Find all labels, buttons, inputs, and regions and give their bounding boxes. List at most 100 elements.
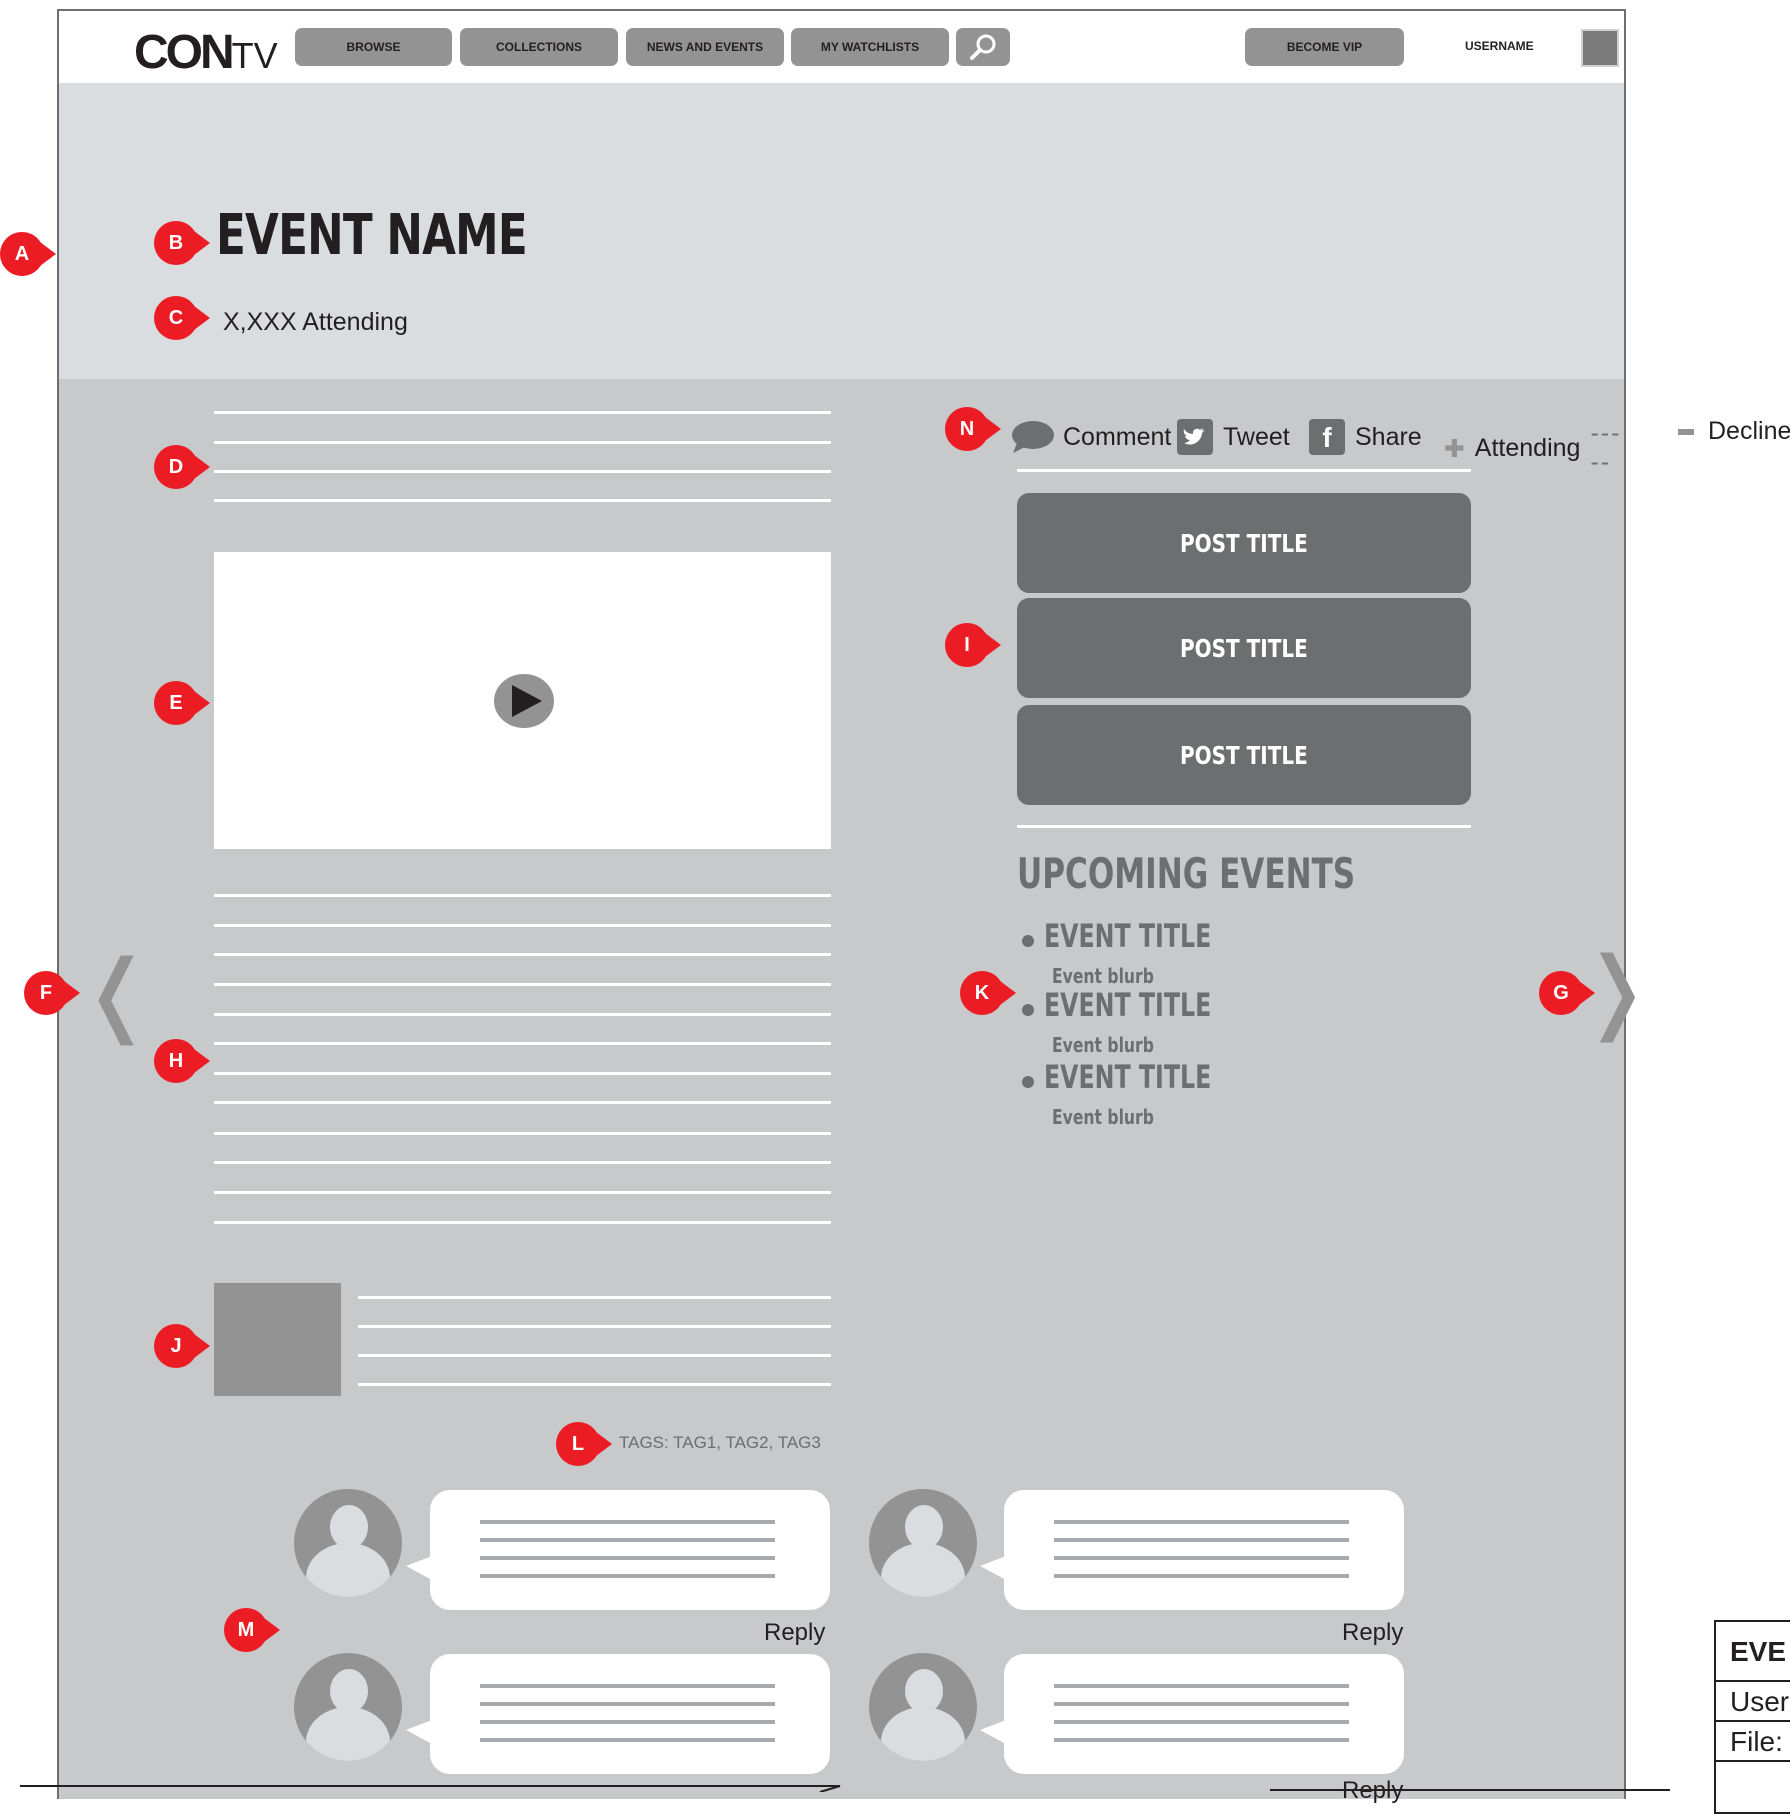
body-text-line	[214, 1042, 831, 1045]
annotation-marker-n: N	[945, 407, 1001, 451]
post-title-button[interactable]: POST TITLE	[1017, 598, 1471, 698]
user-avatar[interactable]	[1581, 29, 1619, 67]
comment-bubble	[980, 1654, 1404, 1774]
commenter-avatar[interactable]	[869, 1489, 977, 1597]
event-bullet	[1022, 1004, 1034, 1016]
wireframe-legend: EVE User File:	[1714, 1620, 1790, 1814]
post-title-button[interactable]: POST TITLE	[1017, 493, 1471, 593]
comment-bubble	[406, 1490, 830, 1610]
body-text-line	[214, 1132, 831, 1135]
body-text-line	[214, 1161, 831, 1164]
nav-browse-button[interactable]: BROWSE	[295, 28, 452, 66]
page-cut-line	[20, 1785, 841, 1792]
speech-bubble-icon	[1012, 421, 1054, 453]
upcoming-event-title[interactable]: EVENT TITLE	[1044, 1058, 1211, 1096]
annotation-marker-j: J	[154, 1324, 210, 1368]
contv-logo[interactable]: CONTV	[134, 29, 278, 77]
upcoming-event-title[interactable]: EVENT TITLE	[1044, 986, 1211, 1024]
annotation-marker-i: I	[945, 623, 1001, 667]
body-text-line	[214, 983, 831, 986]
logo-con: CON	[134, 26, 235, 79]
body-text-line	[214, 1013, 831, 1016]
attending-action[interactable]: Attending -----	[1444, 419, 1624, 477]
share-label: Share	[1355, 422, 1422, 451]
upcoming-event-blurb: Event blurb	[1052, 1105, 1154, 1129]
upcoming-events-heading: UPCOMING EVENTS	[1017, 849, 1356, 898]
legend-file: File:	[1716, 1722, 1790, 1762]
annotation-marker-k: K	[960, 971, 1016, 1015]
related-thumbnail[interactable]	[214, 1283, 341, 1396]
upcoming-event-blurb: Event blurb	[1052, 964, 1154, 988]
annotation-marker-b: B	[154, 221, 210, 265]
commenter-avatar[interactable]	[869, 1653, 977, 1761]
facebook-icon: f	[1309, 419, 1345, 455]
share-action[interactable]: f Share	[1309, 419, 1422, 455]
description-line	[214, 470, 831, 473]
annotation-marker-l: L	[556, 1422, 612, 1466]
top-navigation-bar: CONTV BROWSE COLLECTIONS NEWS AND EVENTS…	[59, 11, 1624, 83]
reply-link[interactable]: Reply	[764, 1619, 825, 1647]
event-tags[interactable]: TAGS: TAG1, TAG2, TAG3	[619, 1433, 821, 1453]
event-hero: B EVENT NAME C X,XXX Attending	[59, 83, 1624, 379]
body-text-line	[214, 924, 831, 927]
play-icon[interactable]	[494, 674, 554, 728]
sidebar-divider	[1017, 469, 1471, 472]
related-text-line	[358, 1383, 831, 1386]
decline-action[interactable]: Decline	[1678, 417, 1790, 446]
related-text-line	[358, 1325, 831, 1328]
tweet-action[interactable]: Tweet	[1177, 419, 1290, 455]
annotation-marker-m: M	[224, 1608, 280, 1652]
twitter-icon	[1177, 419, 1213, 455]
legend-title: EVE	[1716, 1622, 1790, 1682]
attending-count: X,XXX Attending	[223, 308, 408, 336]
commenter-avatar[interactable]	[294, 1653, 402, 1761]
related-text-line	[358, 1296, 831, 1299]
annotation-marker-f: F	[24, 971, 80, 1015]
annotation-marker-a: A	[0, 232, 56, 276]
nav-collections-button[interactable]: COLLECTIONS	[460, 28, 618, 66]
annotation-marker-h: H	[154, 1039, 210, 1083]
reply-link[interactable]: Reply	[1342, 1619, 1403, 1647]
search-icon	[970, 34, 996, 60]
page-cut-line-right	[1270, 1789, 1670, 1791]
body-text-line	[214, 1191, 831, 1194]
comment-bubble	[980, 1490, 1404, 1610]
event-bullet	[1022, 935, 1034, 947]
upcoming-event-blurb: Event blurb	[1052, 1033, 1154, 1057]
post-title-button[interactable]: POST TITLE	[1017, 705, 1471, 805]
annotation-marker-g: G	[1539, 971, 1595, 1015]
become-vip-button[interactable]: BECOME VIP	[1245, 28, 1404, 66]
plus-icon	[1445, 438, 1464, 458]
next-arrow-icon[interactable]: ❭	[1579, 946, 1654, 1036]
search-button[interactable]	[956, 28, 1010, 66]
page-frame: CONTV BROWSE COLLECTIONS NEWS AND EVENTS…	[24, 9, 1654, 1804]
previous-arrow-icon[interactable]: ❬	[79, 949, 154, 1039]
dashed-connector: -----	[1590, 419, 1622, 476]
description-line	[214, 441, 831, 444]
annotation-marker-d: D	[154, 445, 210, 489]
body-text-line	[214, 1101, 831, 1104]
nav-news-events-button[interactable]: NEWS AND EVENTS	[626, 28, 784, 66]
comment-label: Comment	[1063, 422, 1172, 451]
comment-bubble	[406, 1654, 830, 1774]
annotation-marker-e: E	[154, 681, 210, 725]
username-link[interactable]: USERNAME	[1465, 39, 1534, 53]
sidebar-divider	[1017, 825, 1471, 828]
upcoming-event-title[interactable]: EVENT TITLE	[1044, 917, 1211, 955]
logo-tv: TV	[231, 35, 278, 76]
description-line	[214, 499, 831, 502]
attending-label: Attending	[1474, 433, 1581, 462]
commenter-avatar[interactable]	[294, 1489, 402, 1597]
annotation-marker-c: C	[154, 296, 210, 340]
tweet-label: Tweet	[1223, 422, 1290, 451]
event-title: EVENT NAME	[216, 203, 528, 268]
video-player[interactable]	[214, 552, 831, 849]
body-text-line	[214, 953, 831, 956]
body-text-line	[214, 894, 831, 897]
minus-icon	[1678, 429, 1694, 436]
decline-label: Decline	[1708, 417, 1790, 445]
nav-watchlists-button[interactable]: MY WATCHLISTS	[791, 28, 949, 66]
comment-action[interactable]: Comment	[1009, 419, 1171, 455]
event-bullet	[1022, 1076, 1034, 1088]
description-line	[214, 411, 831, 414]
